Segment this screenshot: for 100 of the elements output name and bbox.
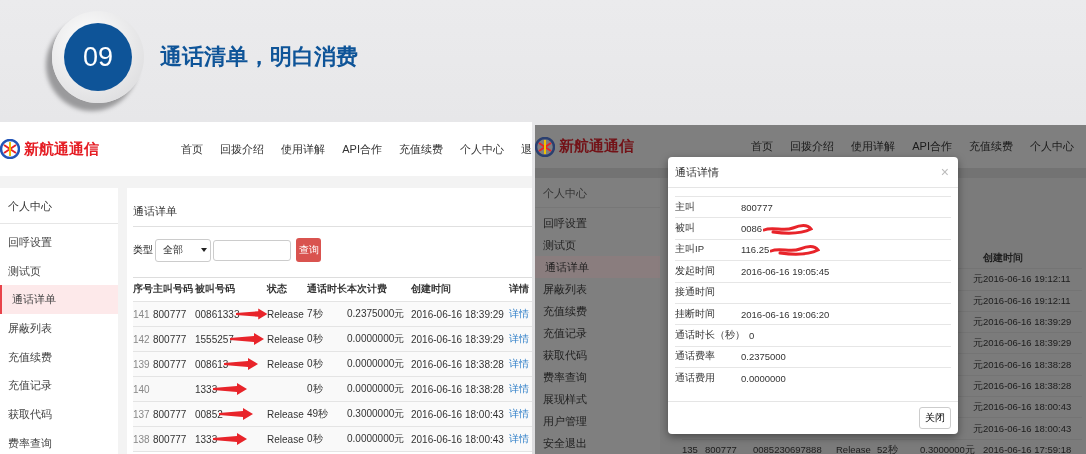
table-cell-text: 2016-06-16 18:39:29 bbox=[983, 337, 1073, 350]
sidebar-item[interactable]: 屏蔽列表 bbox=[0, 314, 118, 343]
sidebar-item[interactable]: 获取代码 bbox=[535, 344, 660, 366]
details-link[interactable]: 详情 bbox=[509, 382, 529, 396]
table-cell: 800777 bbox=[153, 308, 187, 320]
nav-link[interactable]: 充值续费 bbox=[399, 141, 443, 157]
sidebar-item[interactable]: 屏蔽列表 bbox=[535, 278, 660, 300]
sidebar-heading: 个人中心 bbox=[0, 188, 118, 224]
nav-link[interactable]: API合作 bbox=[342, 141, 382, 157]
sidebar-item[interactable]: 测试页 bbox=[535, 234, 660, 256]
table-cell: 141 bbox=[133, 308, 150, 320]
table-cell-text: 元 bbox=[972, 379, 983, 392]
table-cell: 0秒 bbox=[307, 357, 323, 371]
nav-link[interactable]: 使用详解 bbox=[281, 141, 326, 157]
sidebar-item[interactable]: 用户管理 bbox=[535, 410, 660, 432]
table-cell-text: 2016-06-16 18:39:29 bbox=[983, 316, 1073, 329]
nav-link[interactable]: 首页 bbox=[751, 139, 774, 154]
field-value: 116.25 bbox=[741, 244, 770, 256]
field-label: 通话费率 bbox=[675, 350, 716, 364]
sidebar-item[interactable]: 通话详单 bbox=[535, 256, 660, 278]
table-cell: 0.0000000元 bbox=[347, 382, 405, 396]
field-label: 挂断时间 bbox=[675, 307, 716, 321]
sidebar-item[interactable]: 充值续费 bbox=[535, 300, 660, 322]
table-cell-text: 2016-06-16 18:00:43 bbox=[983, 401, 1073, 414]
column-header: 详情 bbox=[509, 283, 530, 296]
nav-link[interactable]: 个人中心 bbox=[1030, 139, 1074, 154]
nav-link[interactable]: 首页 bbox=[181, 141, 204, 157]
table-cell: Release bbox=[267, 433, 304, 445]
sidebar-item[interactable]: 回呼设置 bbox=[535, 212, 660, 234]
nav-link[interactable]: 退 bbox=[521, 141, 532, 157]
details-link[interactable]: 详情 bbox=[509, 332, 529, 346]
column-header: 本次计费 bbox=[347, 283, 388, 296]
field-label: 主叫IP bbox=[675, 243, 705, 257]
table-cell: 0秒 bbox=[307, 332, 323, 346]
table-cell-text: 元 bbox=[972, 273, 983, 286]
table-cell: 138 bbox=[133, 433, 150, 445]
column-header: 创建时间 bbox=[983, 252, 1024, 265]
table-cell: 0.2375000元 bbox=[347, 307, 405, 321]
details-link[interactable]: 详情 bbox=[509, 307, 529, 321]
table-cell: 49秒 bbox=[307, 407, 329, 421]
field-label: 通话时长（秒） bbox=[675, 329, 745, 343]
table-cell: Release bbox=[267, 408, 304, 420]
caret-icon bbox=[201, 248, 207, 252]
close-button[interactable]: 关闭 bbox=[919, 407, 951, 429]
field-label: 通话费用 bbox=[675, 371, 716, 385]
sidebar-item[interactable]: 安全退出 bbox=[535, 432, 660, 454]
sidebar-item[interactable]: 获取代码 bbox=[0, 400, 118, 429]
table-cell-text: 2016-06-16 18:38:28 bbox=[983, 358, 1073, 371]
table-cell-text: 2016-06-16 17:59:18 bbox=[983, 443, 1073, 454]
slide-title: 通话清单，明白消费 bbox=[160, 43, 358, 71]
sidebar-item[interactable]: 测试页 bbox=[0, 256, 118, 286]
table-cell: 0.0000000元 bbox=[347, 332, 405, 346]
nav-link[interactable]: 充值续费 bbox=[969, 139, 1013, 154]
nav-link[interactable]: 回拨介绍 bbox=[220, 141, 265, 157]
table-cell: 7秒 bbox=[307, 307, 323, 321]
table-cell: 140 bbox=[133, 383, 150, 395]
sidebar-item[interactable]: 费率查询 bbox=[535, 366, 660, 388]
nav-link[interactable]: 个人中心 bbox=[460, 141, 504, 157]
type-dropdown[interactable]: 全部 bbox=[155, 238, 211, 262]
column-header: 创建时间 bbox=[411, 283, 452, 296]
table-cell: 0秒 bbox=[307, 382, 323, 396]
sidebar-item[interactable]: 充值记录 bbox=[0, 371, 118, 401]
table-cell: 0秒 bbox=[307, 432, 323, 446]
table-cell: 142 bbox=[133, 333, 150, 345]
query-button[interactable]: 查询 bbox=[296, 238, 321, 262]
details-link[interactable]: 详情 bbox=[509, 407, 529, 421]
sidebar-item[interactable]: 费率查询 bbox=[0, 428, 118, 454]
table-cell-text: 元 bbox=[972, 422, 983, 435]
table-cell: Release bbox=[267, 358, 304, 370]
details-link[interactable]: 详情 bbox=[509, 432, 529, 446]
sidebar-item[interactable]: 充值续费 bbox=[0, 342, 118, 372]
dialog-title: 通话详情 bbox=[675, 164, 719, 180]
column-header: 通话时长 bbox=[307, 283, 347, 296]
table-cell: Release bbox=[267, 308, 304, 320]
table-cell: 0.3000000元 bbox=[347, 407, 405, 421]
table-cell: 2016-06-16 18:38:28 bbox=[411, 358, 504, 370]
table-cell: 2016-06-16 18:00:43 bbox=[411, 408, 504, 420]
field-value: 0.0000000 bbox=[741, 372, 786, 384]
sidebar-item[interactable]: 回呼设置 bbox=[0, 228, 118, 257]
field-label: 被叫 bbox=[675, 222, 696, 236]
sidebar-item[interactable]: 通话详单 bbox=[0, 285, 118, 315]
sidebar-item[interactable]: 充值记录 bbox=[535, 322, 660, 344]
table-cell: Release bbox=[267, 333, 304, 345]
table-cell-text: 2016-06-16 19:12:11 bbox=[983, 273, 1072, 286]
field-value: 2016-06-16 19:06:20 bbox=[741, 308, 830, 320]
details-link[interactable]: 详情 bbox=[509, 357, 529, 371]
nav-link[interactable]: 回拨介绍 bbox=[790, 139, 835, 154]
column-header: 主叫号码 bbox=[153, 283, 194, 296]
sidebar-item[interactable]: 展现样式 bbox=[535, 388, 660, 410]
table-cell-text: Release bbox=[836, 443, 872, 454]
table-cell-text: 2016-06-16 19:12:11 bbox=[983, 294, 1072, 307]
table-cell-text: 元 bbox=[972, 358, 983, 371]
table-cell-text: 元 bbox=[972, 337, 983, 350]
nav-link[interactable]: API合作 bbox=[912, 139, 952, 154]
table-cell: 139 bbox=[133, 358, 150, 370]
table-cell-text: 元 bbox=[972, 401, 983, 414]
search-field[interactable] bbox=[213, 239, 291, 261]
nav-link[interactable]: 使用详解 bbox=[851, 139, 896, 154]
table-cell: 2016-06-16 18:00:43 bbox=[411, 433, 504, 445]
table-cell: 800777 bbox=[153, 433, 187, 445]
